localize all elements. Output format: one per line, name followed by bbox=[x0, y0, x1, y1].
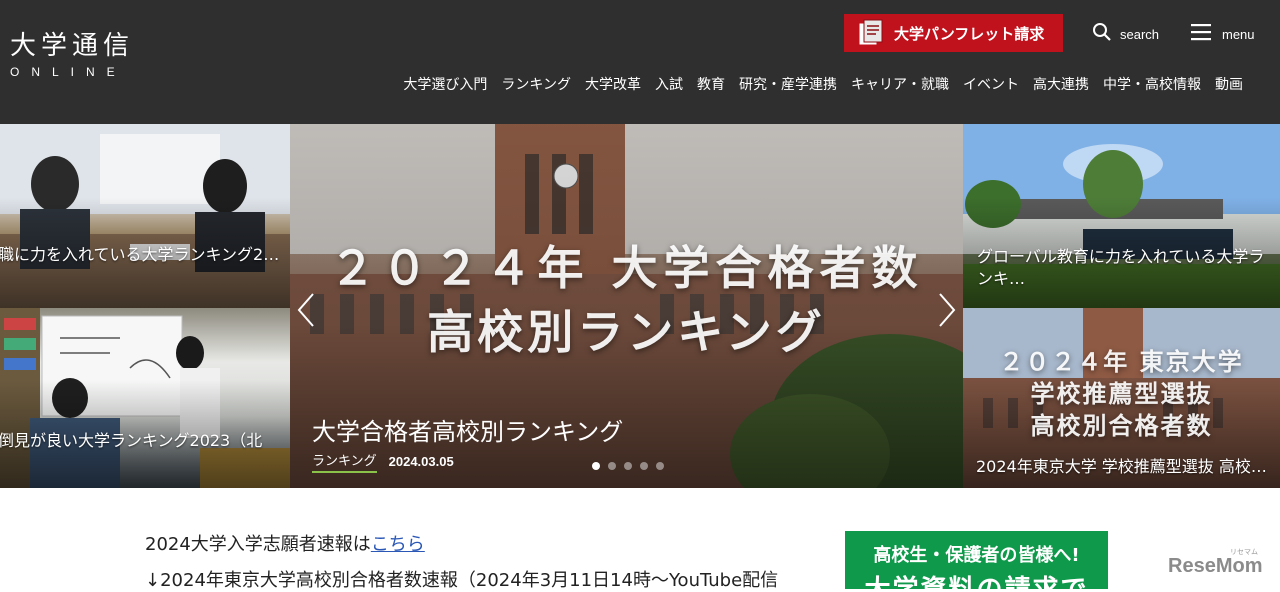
resemom-watermark-logo: ReseMom リセマム bbox=[1168, 549, 1263, 578]
resemom-ruby: リセマム bbox=[1230, 549, 1258, 556]
carousel-dot-1[interactable] bbox=[592, 462, 600, 470]
feature-tile-career-ranking[interactable]: 職に力を入れている大学ランキング2… bbox=[0, 124, 290, 308]
nav-item[interactable]: ランキング bbox=[494, 74, 578, 94]
tile-overlay-line2: 学校推薦型選抜 bbox=[1030, 380, 1213, 408]
nav-item[interactable]: 入試 bbox=[648, 74, 690, 94]
pamphlet-promo-banner[interactable]: 高校生・保護者の皆様へ! 大学資料の請求で bbox=[845, 531, 1108, 589]
applicant-notice-link[interactable]: こちら bbox=[371, 534, 425, 555]
logo-subtitle: ONLINE bbox=[10, 65, 127, 79]
carousel-dots bbox=[592, 462, 664, 470]
menu-label: menu bbox=[1222, 26, 1255, 42]
nav-item[interactable]: 中学・高校情報 bbox=[1096, 74, 1208, 94]
search-label: search bbox=[1120, 26, 1160, 42]
hamburger-icon bbox=[1190, 22, 1212, 46]
slide-overlay-title-line2: 高校別ランキング bbox=[427, 305, 826, 359]
carousel-dot-4[interactable] bbox=[640, 462, 648, 470]
applicant-notice-text: 2024大学入学志願者速報は bbox=[145, 534, 371, 555]
tile-shade bbox=[0, 124, 290, 308]
carousel-dot-5[interactable] bbox=[656, 462, 664, 470]
slide-overlay-title-line1: ２０２４年 大学合格者数 bbox=[329, 241, 924, 295]
nav-item[interactable]: 高大連携 bbox=[1026, 74, 1096, 94]
nav-item[interactable]: キャリア・就職 bbox=[844, 74, 956, 94]
nav-item[interactable]: 動画 bbox=[1208, 74, 1250, 94]
site-logo[interactable]: 大学通信 ONLINE bbox=[10, 30, 134, 80]
nav-item[interactable]: イベント bbox=[956, 74, 1026, 94]
tile-caption: 2024年東京大学 学校推薦型選抜 高校… bbox=[976, 457, 1267, 476]
hero-carousel: 職に力を入れている大学ランキング2… 倒見が良い大学ランキング2023（北 ２０… bbox=[0, 124, 1280, 488]
tile-caption: 倒見が良い大学ランキング2023（北 bbox=[0, 431, 263, 450]
pamphlet-icon bbox=[856, 18, 886, 48]
tile-caption: グローバル教育に力を入れている大学ランキ… bbox=[977, 247, 1265, 288]
tile-overlay-line3: 高校別合格者数 bbox=[1030, 412, 1213, 440]
search-icon bbox=[1092, 22, 1112, 46]
search-button[interactable]: search bbox=[1092, 22, 1159, 46]
carousel-dot-3[interactable] bbox=[624, 462, 632, 470]
menu-button[interactable]: menu bbox=[1190, 22, 1255, 46]
logo-title: 大学通信 bbox=[10, 31, 135, 61]
slide-title[interactable]: 大学合格者高校別ランキング bbox=[312, 412, 623, 447]
todai-stream-notice: ↓2024年東京大学高校別合格者数速報（2024年3月11日14時〜YouTub… bbox=[145, 570, 779, 591]
resemom-brand: ReseMom bbox=[1168, 555, 1263, 577]
site-header: 大学通信 ONLINE 大学パンフレット請求 search menu 大学選び入… bbox=[0, 0, 1280, 124]
slide-meta: ランキング 2024.03.05 bbox=[312, 450, 454, 473]
slide-date: 2024.03.05 bbox=[388, 454, 454, 469]
applicant-notice: 2024大学入学志願者速報はこちら bbox=[145, 530, 778, 556]
feature-tile-global-education[interactable]: グローバル教育に力を入れている大学ランキ… bbox=[963, 124, 1280, 308]
global-nav: 大学選び入門 ランキング 大学改革 入試 教育 研究・産学連携 キャリア・就職 … bbox=[396, 74, 1250, 94]
tile-shade bbox=[0, 308, 290, 488]
carousel-next-arrow-icon[interactable] bbox=[937, 292, 957, 334]
promo-line1: 高校生・保護者の皆様へ! bbox=[873, 545, 1080, 566]
pamphlet-request-button[interactable]: 大学パンフレット請求 bbox=[844, 14, 1063, 52]
pamphlet-request-label: 大学パンフレット請求 bbox=[894, 24, 1045, 43]
notice-area: 2024大学入学志願者速報はこちら ↓2024年東京大学高校別合格者数速報（20… bbox=[145, 530, 778, 592]
main-slide[interactable]: ２０２４年 大学合格者数 高校別ランキング 大学合格者高校別ランキング ランキン… bbox=[290, 124, 963, 488]
feature-tile-care-ranking[interactable]: 倒見が良い大学ランキング2023（北 bbox=[0, 308, 290, 488]
nav-item[interactable]: 研究・産学連携 bbox=[732, 74, 844, 94]
feature-tile-todai-recommendation[interactable]: ２０２４年 東京大学 学校推薦型選抜 高校別合格者数 2024年東京大学 学校推… bbox=[963, 308, 1280, 488]
tile-caption: 職に力を入れている大学ランキング2… bbox=[0, 245, 280, 264]
slide-category-tag[interactable]: ランキング bbox=[312, 450, 377, 473]
nav-item[interactable]: 教育 bbox=[690, 74, 732, 94]
nav-item[interactable]: 大学選び入門 bbox=[396, 74, 494, 94]
nav-item[interactable]: 大学改革 bbox=[578, 74, 648, 94]
carousel-dot-2[interactable] bbox=[608, 462, 616, 470]
carousel-prev-arrow-icon[interactable] bbox=[296, 292, 316, 334]
tile-overlay-line1: ２０２４年 東京大学 bbox=[999, 348, 1244, 376]
promo-line2: 大学資料の請求で bbox=[845, 569, 1108, 589]
